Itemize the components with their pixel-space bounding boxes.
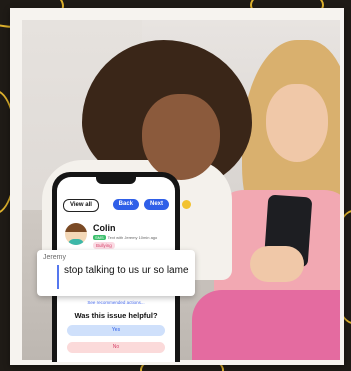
girl-right-face: [266, 84, 328, 162]
top-nav: View all Back Next: [63, 199, 169, 212]
quote-bar: [57, 265, 59, 289]
avatar: [65, 223, 87, 245]
message-sender: Jeremy: [43, 254, 66, 261]
message-text: stop talking to us ur so lame: [64, 265, 189, 276]
helpful-question: Was this issue helpful?: [74, 311, 158, 320]
conversation-meta: SMS Text with Jeremy 10min ago: [93, 235, 157, 240]
phone-notch: [96, 177, 136, 184]
view-all-button[interactable]: View all: [63, 199, 99, 212]
girl-left-face: [142, 94, 220, 180]
sms-chip: SMS: [93, 235, 106, 240]
contact-name: Colin: [93, 223, 116, 233]
flagged-message-card: Jeremy stop talking to us ur so lame: [37, 250, 195, 296]
yes-button[interactable]: Yes: [67, 325, 165, 336]
meta-text: Text with Jeremy 10min ago: [107, 235, 158, 240]
no-button[interactable]: No: [67, 342, 165, 353]
girl-right-pants: [192, 290, 340, 360]
shirt-dot: [182, 200, 191, 209]
next-button[interactable]: Next: [143, 199, 169, 210]
girl-right-hand: [250, 246, 304, 282]
recommended-actions-link[interactable]: See recommended actions...: [57, 300, 175, 305]
avatar-hair: [65, 223, 87, 232]
bullying-tag: Bullying: [93, 242, 115, 249]
avatar-shirt: [68, 239, 84, 245]
back-button[interactable]: Back: [112, 199, 139, 210]
